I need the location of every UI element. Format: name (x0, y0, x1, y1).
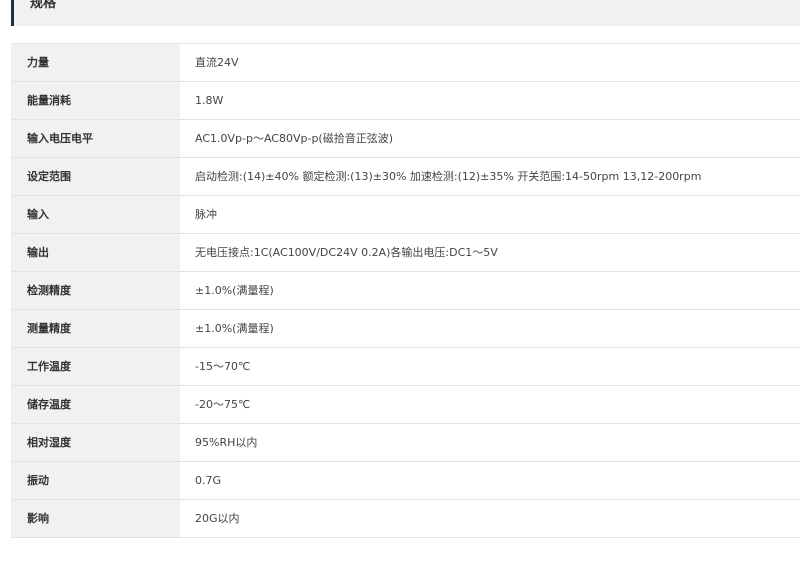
spec-label: 工作温度 (11, 347, 180, 386)
spec-value: 0.7G (180, 461, 800, 500)
spec-value: -20～75℃ (180, 385, 800, 424)
table-row: 输入电压电平 AC1.0Vp-p～AC80Vp-p(磁拾音正弦波) (11, 119, 800, 158)
spec-value: ±1.0%(满量程) (180, 271, 800, 310)
spec-table: 力量 直流24V 能量消耗 1.8W 输入电压电平 AC1.0Vp-p～AC80… (11, 43, 800, 538)
table-row: 工作温度 -15～70℃ (11, 347, 800, 386)
spec-value: AC1.0Vp-p～AC80Vp-p(磁拾音正弦波) (180, 119, 800, 158)
table-row: 输出 无电压接点:1C(AC100V/DC24V 0.2A)各输出电压:DC1～… (11, 233, 800, 272)
table-row: 能量消耗 1.8W (11, 81, 800, 120)
table-row: 振动 0.7G (11, 461, 800, 500)
spec-label: 输出 (11, 233, 180, 272)
spec-label: 能量消耗 (11, 81, 180, 120)
spec-label: 振动 (11, 461, 180, 500)
table-row: 测量精度 ±1.0%(满量程) (11, 309, 800, 348)
spec-label: 设定范围 (11, 157, 180, 196)
spec-value: 直流24V (180, 43, 800, 82)
table-row: 储存温度 -20～75℃ (11, 385, 800, 424)
section-title: 规格 (30, 0, 57, 11)
table-row: 检测精度 ±1.0%(满量程) (11, 271, 800, 310)
table-row: 设定范围 启动检测:(14)±40% 额定检测:(13)±30% 加速检测:(1… (11, 157, 800, 196)
spec-value: -15～70℃ (180, 347, 800, 386)
spec-label: 储存温度 (11, 385, 180, 424)
spec-value: 95%RH以内 (180, 423, 800, 462)
table-row: 影响 20G以内 (11, 499, 800, 538)
section-header: 规格 (11, 0, 800, 26)
spec-value: 无电压接点:1C(AC100V/DC24V 0.2A)各输出电压:DC1～5V (180, 233, 800, 272)
table-row: 输入 脉冲 (11, 195, 800, 234)
table-row: 力量 直流24V (11, 43, 800, 82)
spec-label: 相对湿度 (11, 423, 180, 462)
spec-label: 检测精度 (11, 271, 180, 310)
spec-value: 启动检测:(14)±40% 额定检测:(13)±30% 加速检测:(12)±35… (180, 157, 800, 196)
spec-label: 影响 (11, 499, 180, 538)
spec-value: 20G以内 (180, 499, 800, 538)
spec-value: 1.8W (180, 81, 800, 120)
table-row: 相对湿度 95%RH以内 (11, 423, 800, 462)
spec-label: 测量精度 (11, 309, 180, 348)
spec-value: ±1.0%(满量程) (180, 309, 800, 348)
spec-label: 力量 (11, 43, 180, 82)
spec-label: 输入电压电平 (11, 119, 180, 158)
spec-label: 输入 (11, 195, 180, 234)
spec-value: 脉冲 (180, 195, 800, 234)
